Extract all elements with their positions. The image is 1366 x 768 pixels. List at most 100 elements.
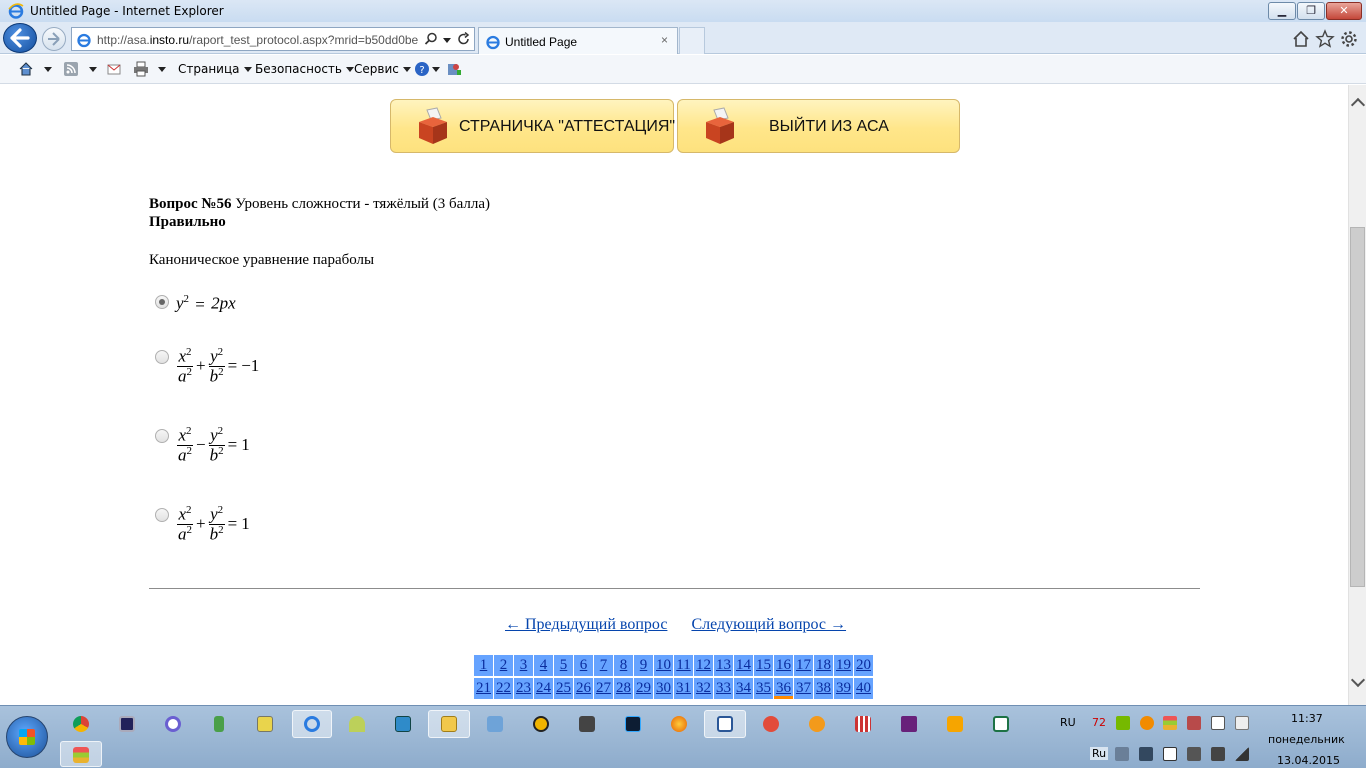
new-tab-button[interactable] — [679, 27, 705, 54]
address-dropdown-icon[interactable] — [443, 38, 451, 43]
volume-icon[interactable] — [1115, 747, 1129, 761]
question-link[interactable]: 17 — [794, 655, 813, 676]
question-link[interactable]: 4 — [534, 655, 553, 676]
question-link[interactable]: 13 — [714, 655, 733, 676]
taskbar-media-app[interactable] — [110, 711, 144, 737]
taskbar-d-app[interactable] — [156, 711, 190, 737]
question-link[interactable]: 3 — [514, 655, 533, 676]
taskbar-triangle-app[interactable] — [524, 711, 558, 737]
close-button[interactable]: ✕ — [1326, 2, 1362, 20]
question-link[interactable]: 36 — [774, 678, 793, 699]
feed-dropdown-icon[interactable] — [89, 67, 97, 72]
start-button[interactable] — [6, 716, 48, 758]
taskbar-2-app[interactable] — [800, 711, 834, 737]
minimize-button[interactable]: ▁ — [1268, 2, 1296, 20]
temperature-badge[interactable]: 72 — [1092, 716, 1106, 729]
tray-layers-icon[interactable] — [1163, 716, 1177, 730]
question-link[interactable]: 33 — [714, 678, 733, 699]
taskbar-network-app[interactable] — [202, 711, 236, 737]
mail-icon[interactable] — [106, 61, 122, 77]
question-link[interactable]: 15 — [754, 655, 773, 676]
rss-feed-icon[interactable] — [63, 61, 79, 77]
answer-radio-2[interactable] — [155, 350, 169, 364]
maximize-button[interactable]: ❐ — [1297, 2, 1325, 20]
tab-close-icon[interactable]: × — [661, 33, 668, 47]
taskbar-chrome[interactable] — [64, 711, 98, 737]
question-link[interactable]: 11 — [674, 655, 693, 676]
scrollbar-thumb[interactable] — [1350, 227, 1365, 587]
clock-time[interactable]: 11:37 — [1291, 712, 1323, 725]
tray-pen-icon[interactable] — [1235, 716, 1249, 730]
taskbar-notes-app[interactable] — [248, 711, 282, 737]
question-link[interactable]: 18 — [814, 655, 833, 676]
browser-tab[interactable]: Untitled Page × — [478, 27, 678, 54]
question-link[interactable]: 8 — [614, 655, 633, 676]
signal-icon[interactable] — [1235, 747, 1249, 761]
question-link[interactable]: 20 — [854, 655, 873, 676]
taskbar-wifi-app[interactable] — [340, 711, 374, 737]
question-link[interactable]: 39 — [834, 678, 853, 699]
question-link[interactable]: 19 — [834, 655, 853, 676]
back-button[interactable] — [3, 23, 37, 53]
taskbar-player[interactable] — [938, 711, 972, 737]
question-link[interactable]: 26 — [574, 678, 593, 699]
display-icon[interactable] — [1139, 747, 1153, 761]
attestation-page-button[interactable]: СТРАНИЧКА "АТТЕСТАЦИЯ" — [390, 99, 675, 153]
taskbar-excel[interactable] — [984, 711, 1018, 737]
taskbar-photoshop[interactable] — [616, 711, 650, 737]
taskbar-grid-app[interactable] — [846, 711, 880, 737]
vertical-scrollbar[interactable] — [1348, 85, 1366, 705]
question-link[interactable]: 34 — [734, 678, 753, 699]
refresh-icon[interactable] — [457, 32, 471, 46]
speaker-icon[interactable] — [1187, 747, 1201, 761]
print-dropdown-icon[interactable] — [158, 67, 166, 72]
flag-icon[interactable] — [1163, 747, 1177, 761]
question-link[interactable]: 29 — [634, 678, 653, 699]
tray-tools-icon[interactable] — [1187, 716, 1201, 730]
menu-tools[interactable]: Сервис — [354, 62, 411, 76]
question-link[interactable]: 10 — [654, 655, 673, 676]
question-link[interactable]: 5 — [554, 655, 573, 676]
help-icon[interactable]: ? — [414, 61, 430, 77]
scroll-up-icon[interactable] — [1350, 97, 1366, 113]
taskbar-stack-app[interactable] — [60, 741, 102, 767]
question-link[interactable]: 35 — [754, 678, 773, 699]
question-link[interactable]: 1 — [474, 655, 493, 676]
question-link[interactable]: 37 — [794, 678, 813, 699]
previous-question-link[interactable]: ← Предыдущий вопрос — [505, 616, 667, 633]
question-link[interactable]: 23 — [514, 678, 533, 699]
taskbar-sound-app[interactable] — [478, 711, 512, 737]
taskbar-word[interactable] — [704, 710, 746, 738]
question-link[interactable]: 27 — [594, 678, 613, 699]
home-dropdown-icon[interactable] — [44, 67, 52, 72]
print-icon[interactable] — [133, 61, 149, 77]
taskbar-firefox[interactable] — [662, 711, 696, 737]
search-icon[interactable] — [424, 32, 438, 46]
answer-radio-4[interactable] — [155, 508, 169, 522]
address-bar[interactable]: http://asa.insto.ru/raport_test_protocol… — [71, 27, 475, 51]
question-link[interactable]: 40 — [854, 678, 873, 699]
power-plug-icon[interactable] — [1211, 747, 1225, 761]
home-icon[interactable] — [1291, 29, 1311, 49]
home-icon[interactable] — [18, 61, 34, 77]
question-link[interactable]: 21 — [474, 678, 493, 699]
language-indicator[interactable]: Ru — [1090, 747, 1109, 760]
exit-asa-button[interactable]: ВЫЙТИ ИЗ АСА — [677, 99, 960, 153]
menu-security[interactable]: Безопасность — [255, 62, 354, 76]
next-question-link[interactable]: Следующий вопрос → — [691, 616, 846, 633]
question-link[interactable]: 2 — [494, 655, 513, 676]
menu-page[interactable]: Страница — [178, 62, 252, 76]
question-link[interactable]: 14 — [734, 655, 753, 676]
question-link[interactable]: 38 — [814, 678, 833, 699]
forward-button[interactable] — [42, 27, 66, 51]
question-link[interactable]: 25 — [554, 678, 573, 699]
scroll-down-icon[interactable] — [1350, 672, 1366, 688]
favorites-star-icon[interactable] — [1315, 29, 1335, 49]
answer-radio-3[interactable] — [155, 429, 169, 443]
question-link[interactable]: 9 — [634, 655, 653, 676]
question-link[interactable]: 6 — [574, 655, 593, 676]
question-link[interactable]: 32 — [694, 678, 713, 699]
answer-radio-1[interactable] — [155, 295, 169, 309]
question-link[interactable]: 31 — [674, 678, 693, 699]
tray-orange-icon[interactable] — [1140, 716, 1154, 730]
